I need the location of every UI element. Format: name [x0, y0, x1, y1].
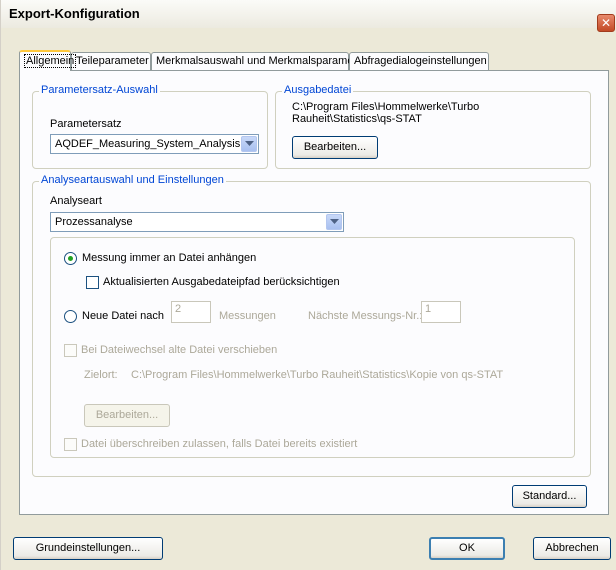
- overwrite-checkbox[interactable]: [64, 438, 77, 451]
- tab-abfragedialog[interactable]: Abfragedialogeinstellungen: [349, 52, 489, 70]
- tab-allgemein-label: Allgemein: [24, 54, 77, 68]
- paramset-group-title: Parametersatz-Auswahl: [39, 84, 160, 96]
- new-file-radio[interactable]: [64, 310, 77, 323]
- tab-panel-allgemein: Parametersatz-Auswahl Parametersatz AQDE…: [19, 70, 609, 515]
- overwrite-label: Datei überschreiben zulassen, falls Date…: [81, 438, 358, 450]
- analysis-group: Analyseartauswahl und Einstellungen Anal…: [32, 174, 591, 477]
- standard-button[interactable]: Standard...: [512, 485, 587, 508]
- analysis-type-label: Analyseart: [50, 195, 102, 207]
- paramset-selected-value: AQDEF_Measuring_System_Analysis: [55, 138, 241, 150]
- target-path: C:\Program Files\Hommelwerke\Turbo Rauhe…: [131, 369, 504, 381]
- append-radio[interactable]: [64, 252, 77, 265]
- next-number-input[interactable]: 1: [421, 301, 461, 323]
- output-group-title: Ausgabedatei: [282, 84, 354, 96]
- tab-teileparameter[interactable]: Teileparameter: [71, 52, 151, 70]
- output-path-line2: Rauheit\Statistics\qs-STAT: [292, 113, 422, 125]
- window-title: Export-Konfiguration: [9, 6, 140, 21]
- tab-merkmalsauswahl[interactable]: Merkmalsauswahl und Merkmalsparameter: [151, 52, 366, 70]
- radio-selected-dot: [68, 256, 73, 261]
- analysis-settings-box: Messung immer an Datei anhängen Aktualis…: [50, 237, 575, 458]
- move-old-file-label: Bei Dateiwechsel alte Datei verschieben: [81, 344, 278, 356]
- cancel-button[interactable]: Abbrechen: [533, 537, 611, 560]
- output-path-line1: C:\Program Files\Hommelwerke\Turbo: [292, 101, 480, 113]
- chevron-down-icon[interactable]: [326, 214, 342, 230]
- analysis-group-title: Analyseartauswahl und Einstellungen: [39, 174, 226, 186]
- analysis-type-selected: Prozessanalyse: [55, 216, 133, 228]
- measurements-input[interactable]: 2: [171, 301, 211, 323]
- new-file-radio-label: Neue Datei nach: [82, 310, 164, 322]
- append-radio-label: Messung immer an Datei anhängen: [82, 252, 257, 264]
- update-path-label: Aktualisierten Ausgabedateipfad berücksi…: [103, 276, 340, 288]
- export-config-dialog: Export-Konfiguration ✕ Allgemein Teilepa…: [0, 0, 616, 570]
- chevron-down-icon[interactable]: [241, 136, 257, 152]
- paramset-select[interactable]: AQDEF_Measuring_System_Analysis: [50, 134, 259, 154]
- output-file-group: Ausgabedatei C:\Program Files\Hommelwerk…: [275, 84, 591, 169]
- output-edit-button[interactable]: Bearbeiten...: [292, 136, 378, 159]
- title-bar: Export-Konfiguration ✕: [1, 0, 616, 32]
- target-edit-button[interactable]: Bearbeiten...: [84, 404, 170, 427]
- next-number-value: 1: [425, 303, 432, 315]
- target-label: Zielort:: [84, 369, 118, 381]
- measurements-label: Messungen: [219, 310, 276, 322]
- move-old-file-checkbox[interactable]: [64, 344, 77, 357]
- tab-allgemein[interactable]: Allgemein: [19, 50, 77, 71]
- ok-button[interactable]: OK: [429, 537, 505, 560]
- paramset-group: Parametersatz-Auswahl Parametersatz AQDE…: [32, 84, 268, 169]
- paramset-label: Parametersatz: [50, 118, 122, 130]
- update-path-checkbox[interactable]: [86, 276, 99, 289]
- analysis-type-select[interactable]: Prozessanalyse: [50, 212, 344, 232]
- measurements-value: 2: [175, 303, 182, 315]
- basic-settings-button[interactable]: Grundeinstellungen...: [13, 537, 163, 560]
- close-button[interactable]: ✕: [597, 14, 615, 32]
- next-number-label: Nächste Messungs-Nr.:: [308, 310, 423, 322]
